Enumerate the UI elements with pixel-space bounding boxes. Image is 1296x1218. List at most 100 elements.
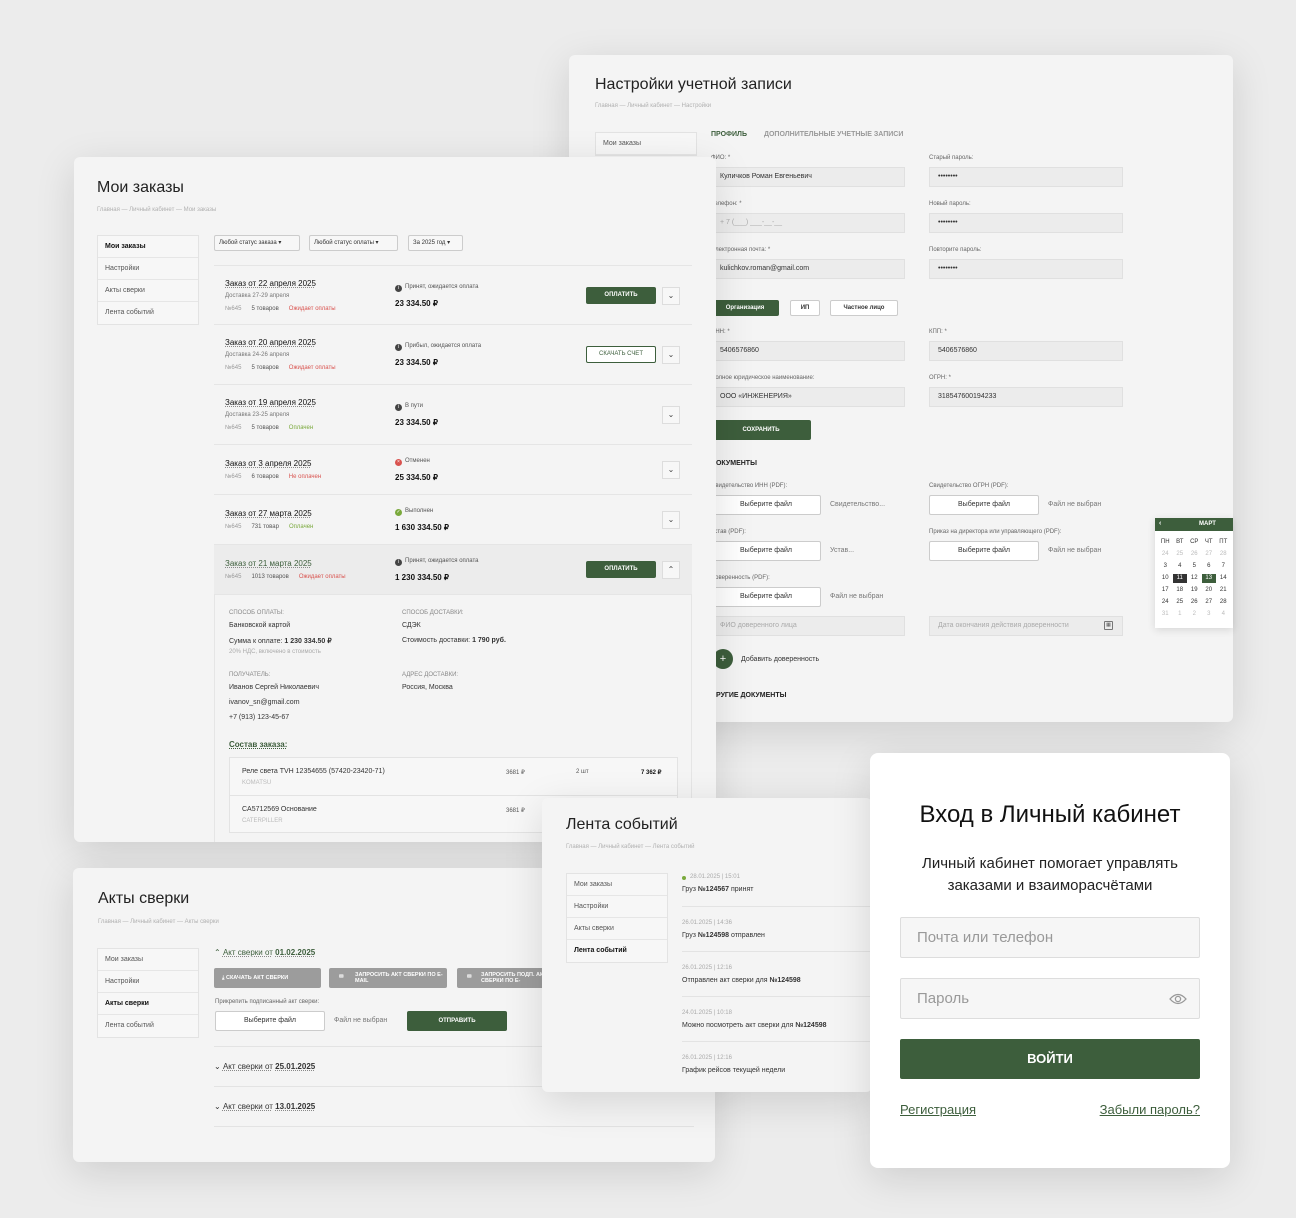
chevron-down-icon[interactable]: ⌄ [662,406,680,424]
doc-inn-choose-button[interactable]: Выберите файл [711,495,821,515]
login-input[interactable]: Почта или телефон [900,917,1200,958]
new-password-field[interactable]: •••••••• [929,213,1123,233]
filter-payment-status[interactable]: Любой статус оплаты ▾ [309,235,398,251]
fio-field[interactable]: Куличков Роман Евгеньевич [711,167,905,187]
order-row[interactable]: Заказ от 20 апреля 2025 Доставка 24-26 а… [214,325,692,385]
chevron-left-icon[interactable]: ‹ [1159,520,1161,527]
trustee-name-field[interactable]: ФИО доверенного лица [711,616,905,636]
sidebar-item-settings[interactable]: Настройки [98,258,198,280]
calendar-day[interactable]: 27 [1202,598,1217,607]
calendar-day[interactable]: 27 [1202,550,1217,559]
calendar-day[interactable]: 25 [1173,598,1188,607]
register-link[interactable]: Регистрация [900,1102,976,1117]
tab-profile[interactable]: ПРОФИЛЬ [711,131,747,138]
save-button[interactable]: СОХРАНИТЬ [711,420,811,440]
order-row[interactable]: Заказ от 22 апреля 2025 Доставка 27-29 а… [214,265,692,325]
sidebar-item-orders[interactable]: Мои заказы [98,949,198,971]
sidebar-item-orders[interactable]: Мои заказы [567,874,667,896]
calendar-day[interactable]: 3 [1202,610,1217,619]
pay-button[interactable]: ОПЛАТИТЬ [586,561,656,578]
inn-field[interactable]: 5406576860 [711,341,905,361]
calendar-day[interactable]: 28 [1216,598,1231,607]
act-item[interactable]: ⌄ Акт сверки от 13.01.2025 [214,1102,315,1111]
calendar-day[interactable]: 12 [1187,574,1202,583]
order-title[interactable]: Заказ от 19 апреля 2025 [225,398,316,407]
calendar-day[interactable]: 25 [1173,550,1188,559]
sidebar-item-events[interactable]: Лента событий [98,302,198,324]
calendar-day[interactable]: 11 [1172,574,1187,583]
password-input[interactable]: Пароль [900,978,1200,1019]
add-trustee-link[interactable]: Добавить доверенность [741,656,819,663]
calendar-day[interactable]: 10 [1158,574,1173,583]
ogrn-field[interactable]: 318547600194233 [929,387,1123,407]
calendar-day[interactable]: 31 [1158,610,1173,619]
order-row[interactable]: Заказ от 27 марта 2025 №645 731 товар Опла… [214,495,692,545]
login-button[interactable]: ВОЙТИ [900,1039,1200,1079]
tab-extra-accounts[interactable]: ДОПОЛНИТЕЛЬНЫЕ УЧЕТНЫЕ ЗАПИСИ [764,131,903,138]
order-title[interactable]: Заказ от 21 марта 2025 [225,559,312,568]
act-item-expanded[interactable]: ⌃ Акт сверки от 01.02.2025 [214,948,315,957]
type-organization-button[interactable]: Организация [711,300,779,316]
doc-prikaz-choose-button[interactable]: Выберите файл [929,541,1039,561]
calendar-day[interactable]: 5 [1187,562,1202,571]
product-name[interactable]: CA5712569 Основание [242,806,317,813]
calendar-day[interactable]: 3 [1158,562,1173,571]
order-title[interactable]: Заказ от 22 апреля 2025 [225,279,316,288]
email-field[interactable]: kulichkov.roman@gmail.com [711,259,905,279]
send-button[interactable]: ОТПРАВИТЬ [407,1011,507,1031]
order-title[interactable]: Заказ от 3 апреля 2025 [225,459,311,468]
kpp-field[interactable]: 5406576860 [929,341,1123,361]
calendar-day[interactable]: 2 [1187,610,1202,619]
sidebar-item-settings[interactable]: Настройки [98,971,198,993]
order-row[interactable]: Заказ от 19 апреля 2025 Доставка 23-25 а… [214,385,692,445]
calendar-day[interactable]: 26 [1187,550,1202,559]
filter-order-status[interactable]: Любой статус заказа ▾ [214,235,300,251]
old-password-field[interactable]: •••••••• [929,167,1123,187]
calendar-day[interactable]: 17 [1158,586,1173,595]
chevron-up-icon[interactable]: ⌃ [662,561,680,579]
chevron-down-icon[interactable]: ⌄ [662,287,680,305]
order-row-expanded[interactable]: Заказ от 21 марта 2025 №645 1013 товаров О… [214,545,692,595]
calendar-day[interactable]: 24 [1158,598,1173,607]
calendar-day[interactable]: 6 [1202,562,1217,571]
chevron-down-icon[interactable]: ⌄ [214,1062,221,1071]
product-name[interactable]: Реле света TVH 12354655 (57420-23420-71) [242,768,385,775]
choose-file-button[interactable]: Выберите файл [215,1011,325,1031]
type-private-button[interactable]: Частное лицо [830,300,898,316]
request-signed-button[interactable]: ✉ ЗАПРОСИТЬ ПОДП. АКТ СВЕРКИ ПО E- [457,968,547,988]
download-invoice-button[interactable]: СКАЧАТЬ СЧЕТ [586,346,656,363]
forgot-password-link[interactable]: Забыли пароль? [1100,1102,1200,1117]
sidebar-item-events[interactable]: Лента событий [98,1015,198,1037]
trustee-expiry-field[interactable]: Дата окончания действия доверенности [929,616,1123,636]
calendar-day[interactable]: 14 [1216,574,1231,583]
order-row[interactable]: Заказ от 3 апреля 2025 №645 6 товаров Не о… [214,445,692,495]
calendar-day[interactable]: 19 [1187,586,1202,595]
calendar-day[interactable]: 28 [1216,550,1231,559]
repeat-password-field[interactable]: •••••••• [929,259,1123,279]
doc-ogrn-choose-button[interactable]: Выберите файл [929,495,1039,515]
filter-year[interactable]: За 2025 год ▾ [408,235,463,251]
chevron-down-icon[interactable]: ⌄ [214,1102,221,1111]
phone-field[interactable]: + 7 (___) ___-__-__ [711,213,905,233]
chevron-up-icon[interactable]: ⌃ [214,948,221,957]
calendar-day[interactable]: 26 [1187,598,1202,607]
calendar-day[interactable]: 13 [1201,574,1216,583]
download-act-button[interactable]: ⤓ СКАЧАТЬ АКТ СВЕРКИ [214,968,321,988]
doc-dov-choose-button[interactable]: Выберите файл [711,587,821,607]
request-email-button[interactable]: ✉ ЗАПРОСИТЬ АКТ СВЕРКИ ПО E-MAIL [329,968,447,988]
doc-ustav-choose-button[interactable]: Выберите файл [711,541,821,561]
calendar-icon[interactable]: ▦ [1104,621,1113,630]
pay-button[interactable]: ОПЛАТИТЬ [586,287,656,304]
eye-icon[interactable] [1169,993,1187,1005]
calendar-day[interactable]: 1 [1173,610,1188,619]
sidebar-item-settings[interactable]: Настройки [567,896,667,918]
sidebar-item-events[interactable]: Лента событий [567,940,667,962]
chevron-down-icon[interactable]: ⌄ [662,511,680,529]
calendar-day[interactable]: 20 [1202,586,1217,595]
chevron-down-icon[interactable]: ⌄ [662,346,680,364]
chevron-down-icon[interactable]: ⌄ [662,461,680,479]
sidebar-item-orders[interactable]: Мои заказы [98,236,198,258]
type-ip-button[interactable]: ИП [790,300,820,316]
fullname-field[interactable]: ООО «ИНЖЕНЕРИЯ» [711,387,905,407]
calendar-day[interactable]: 4 [1216,610,1231,619]
